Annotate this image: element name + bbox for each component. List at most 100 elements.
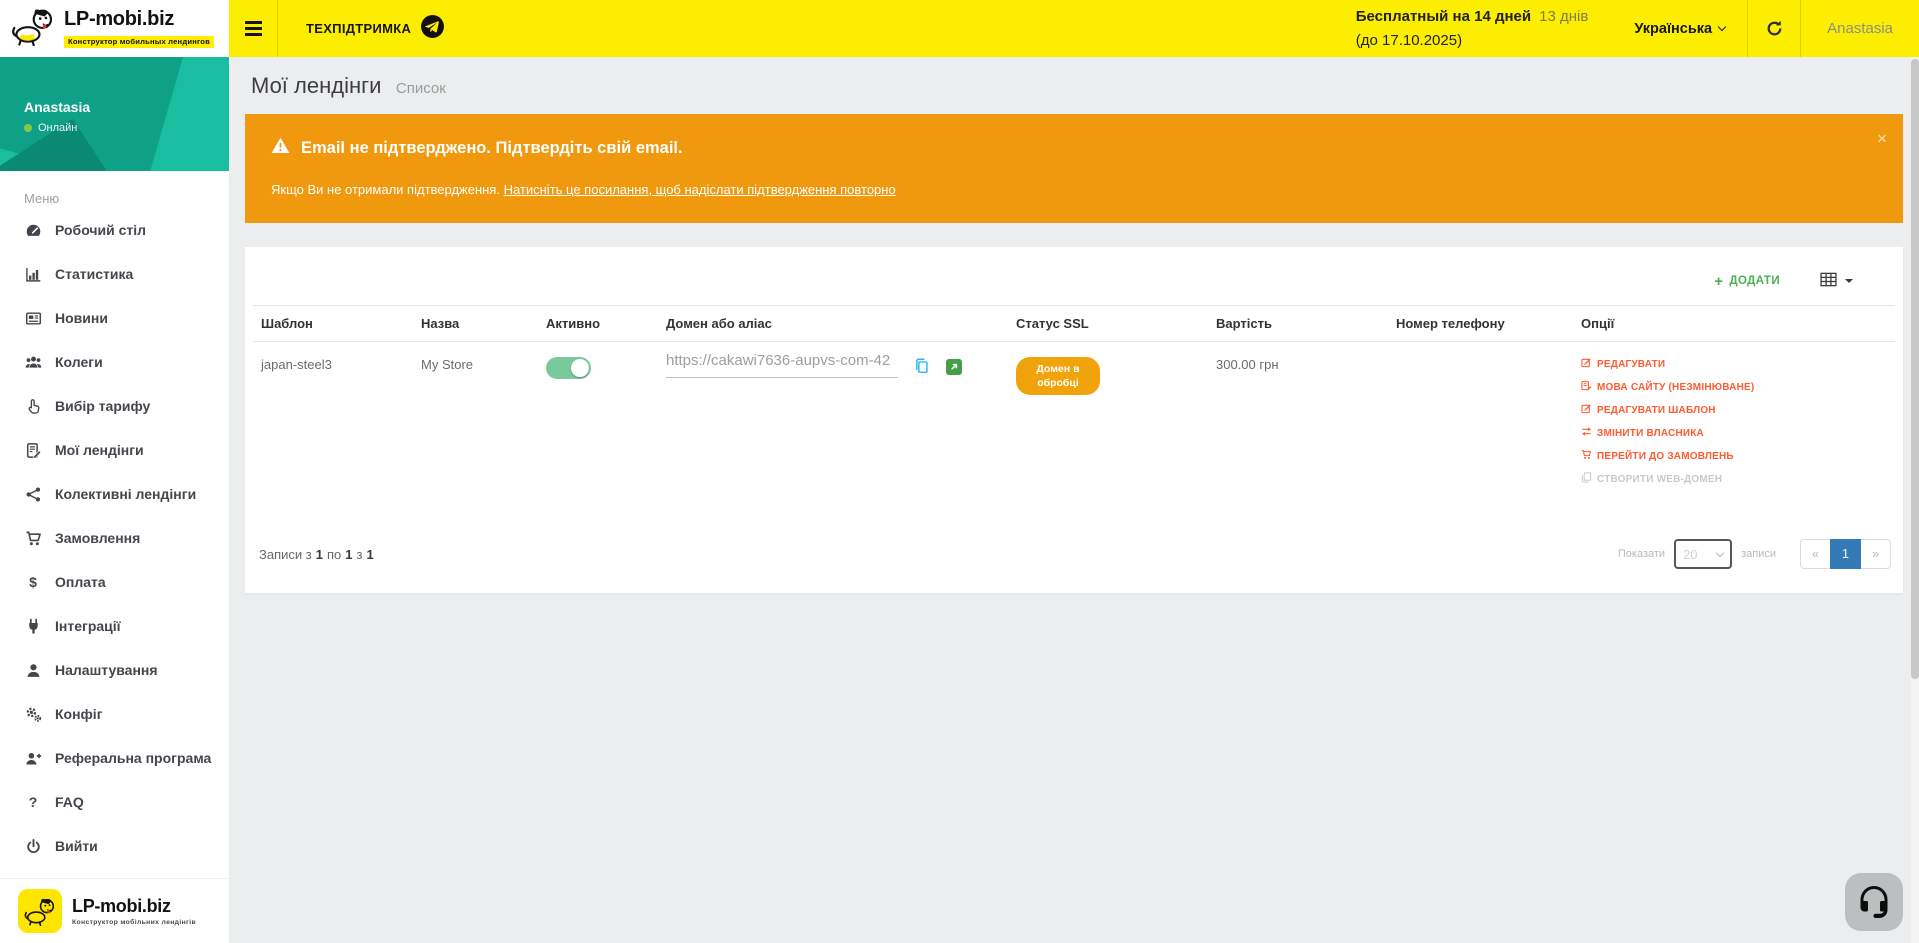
topbar-username[interactable]: Anastasia (1801, 20, 1919, 37)
tech-support-link[interactable]: ТЕХПІДТРИМКА (306, 14, 445, 44)
records-label: записи (1741, 548, 1776, 560)
scrollbar-thumb[interactable] (1911, 59, 1919, 679)
newspaper-icon (24, 310, 42, 327)
sidebar-item-colleagues[interactable]: Колеги (0, 340, 229, 384)
option-change-owner[interactable]: ЗМІНИТИ ВЛАСНИКА (1581, 426, 1887, 440)
page-title: Мої лендінги (251, 73, 381, 98)
brand-subtitle: Конструктор мобильных лендингов (64, 36, 214, 48)
records-summary: Записи з1по1з1 (259, 547, 374, 562)
pagination-page-1[interactable]: 1 (1830, 539, 1861, 569)
sidebar-item-referral[interactable]: Реферальна програма (0, 736, 229, 780)
edit-icon (1581, 357, 1592, 371)
option-edit-template[interactable]: РЕДАГУВАТИ ШАБЛОН (1581, 403, 1887, 417)
option-site-language[interactable]: МОВА САЙТУ (НЕЗМІНЮВАНЕ) (1581, 380, 1887, 394)
warning-icon (271, 137, 290, 159)
sidebar-item-payment[interactable]: $Оплата (0, 560, 229, 604)
power-icon (24, 838, 42, 855)
pagination-prev[interactable]: « (1800, 539, 1831, 569)
resend-confirmation-link[interactable]: Натисніть це посилання, щоб надіслати пі… (504, 182, 896, 197)
brand-title: LP-mobi.biz (64, 8, 174, 30)
copy-icon[interactable] (913, 357, 931, 375)
sidebar-item-config[interactable]: Конфіг (0, 692, 229, 736)
domain-input[interactable] (666, 352, 898, 378)
tech-support-label: ТЕХПІДТРИМКА (306, 21, 411, 36)
col-active: Активно (538, 306, 658, 342)
dollar-icon: $ (24, 574, 42, 590)
divider (277, 0, 278, 57)
brand-logo: LP-mobi.biz Конструктор мобильных лендин… (0, 0, 229, 57)
trial-until-date: (до 17.10.2025) (1356, 32, 1462, 49)
language-selector[interactable]: Українська (1612, 21, 1747, 37)
page-size-value: 20 (1683, 547, 1697, 562)
col-name: Назва (413, 306, 538, 342)
sidebar-user-name: Anastasia (24, 99, 229, 115)
dashboard-icon (24, 222, 42, 239)
sidebar-item-tariff[interactable]: Вибір тарифу (0, 384, 229, 428)
ssl-status-badge: Домен в обробці (1016, 357, 1100, 395)
language-label: Українська (1634, 21, 1712, 37)
footer-brand-title: LP-mobi.biz (72, 896, 196, 917)
telegram-icon[interactable] (420, 14, 445, 44)
user-plus-icon (24, 750, 42, 767)
card-toolbar: + ДОДАТИ (253, 247, 1895, 305)
dog-mascot-icon (18, 889, 62, 933)
question-icon: ? (24, 794, 42, 810)
col-ssl-status: Статус SSL (1008, 306, 1208, 342)
clone-icon (1581, 472, 1592, 486)
refresh-button[interactable] (1748, 0, 1800, 57)
sidebar-item-dashboard[interactable]: Робочий стіл (0, 208, 229, 252)
file-pen-icon (24, 442, 42, 459)
menu-section-label: Меню (24, 191, 229, 206)
hamburger-menu-button[interactable] (229, 0, 277, 57)
cell-phone (1388, 342, 1573, 512)
bar-chart-icon (24, 266, 42, 283)
page-scrollbar (1911, 57, 1919, 943)
page-size-select[interactable]: 20 (1674, 539, 1732, 569)
col-template: Шаблон (253, 306, 413, 342)
alert-title-text: Email не підтверджено. Підтвердіть свій … (301, 139, 683, 158)
sidebar-item-collective-landings[interactable]: Колективні лендінги (0, 472, 229, 516)
sidebar-item-faq[interactable]: ?FAQ (0, 780, 229, 824)
col-options: Опції (1573, 306, 1895, 342)
sidebar-item-news[interactable]: Новини (0, 296, 229, 340)
sidebar-item-settings[interactable]: Налаштування (0, 648, 229, 692)
table-row: japan-steel3 My Store (253, 342, 1895, 512)
topbar: LP-mobi.biz Конструктор мобильных лендин… (0, 0, 1919, 57)
chevron-down-icon (1845, 279, 1853, 283)
table-grid-icon (1820, 271, 1837, 291)
active-toggle[interactable] (546, 357, 591, 379)
add-landing-button[interactable]: + ДОДАТИ (1714, 274, 1780, 289)
main-content: Мої лендінги Список Email не підтверджен… (229, 57, 1919, 943)
support-chat-button[interactable] (1845, 873, 1903, 931)
sidebar-item-integrations[interactable]: Інтеграції (0, 604, 229, 648)
cell-template: japan-steel3 (253, 342, 413, 512)
sidebar-menu: Робочий стіл Статистика Новини Колеги (0, 208, 229, 868)
sidebar-item-orders[interactable]: Замовлення (0, 516, 229, 560)
close-icon[interactable]: × (1877, 130, 1887, 147)
chevron-down-icon (1718, 22, 1726, 30)
columns-dropdown-button[interactable] (1820, 271, 1853, 291)
sidebar-item-logout[interactable]: Вийти (0, 824, 229, 868)
refresh-icon (1765, 19, 1784, 38)
sidebar-user-status: Онлайн (38, 122, 77, 134)
open-external-link-icon[interactable] (946, 359, 962, 375)
pagination-next[interactable]: » (1860, 539, 1891, 569)
email-confirmation-alert: Email не підтверджено. Підтвердіть свій … (245, 114, 1903, 223)
cell-name: My Store (413, 342, 538, 512)
toggle-knob (571, 359, 589, 377)
col-price: Вартість (1208, 306, 1388, 342)
option-go-to-orders[interactable]: ПЕРЕЙТИ ДО ЗАМОВЛЕНЬ (1581, 449, 1887, 463)
table-footer: Записи з1по1з1 Показати 20 записи « 1 » (253, 511, 1895, 589)
trial-days-left: 13 днів (1539, 8, 1588, 25)
sidebar-item-statistics[interactable]: Статистика (0, 252, 229, 296)
option-edit[interactable]: РЕДАГУВАТИ (1581, 357, 1887, 371)
sidebar-item-my-landings[interactable]: Мої лендінги (0, 428, 229, 472)
sidebar-user-panel: Anastasia Онлайн (0, 57, 229, 171)
exchange-icon (1581, 426, 1592, 440)
edit-icon (1581, 403, 1592, 417)
landings-card: + ДОДАТИ Шаблон На (245, 247, 1903, 593)
cart-icon (1581, 449, 1592, 463)
cell-options: РЕДАГУВАТИ МОВА САЙТУ (НЕЗМІНЮВАНЕ) РЕДА… (1573, 342, 1895, 512)
trial-plan-name: Бесплатный на 14 дней (1356, 8, 1531, 25)
user-icon (24, 662, 42, 679)
